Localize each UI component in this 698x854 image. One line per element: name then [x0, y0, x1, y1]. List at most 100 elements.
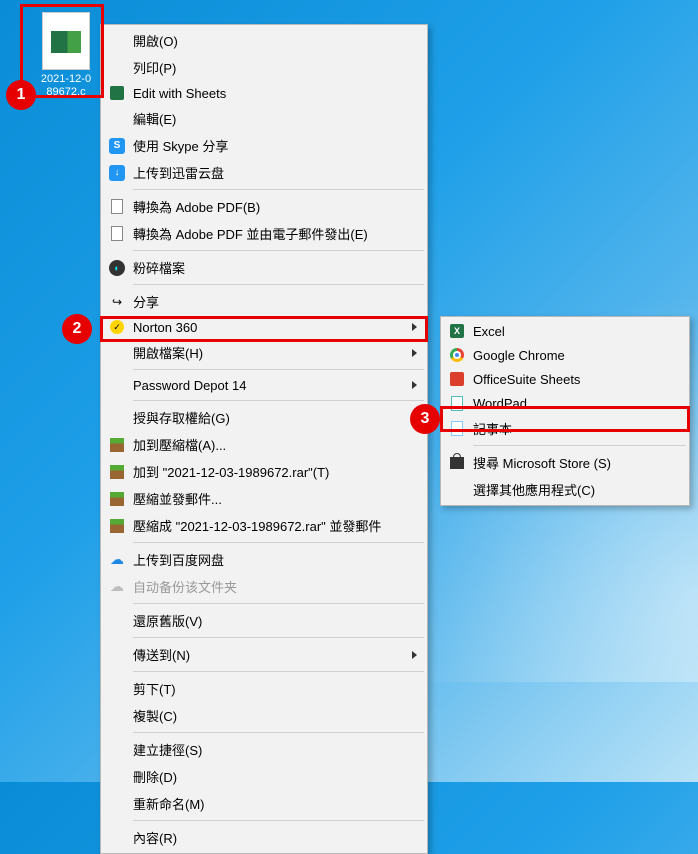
- ctx-item-label: 加到壓縮檔(A)...: [133, 435, 226, 454]
- ctx-item-label: 剪下(T): [133, 679, 176, 698]
- chevron-right-icon: [412, 323, 417, 331]
- ctx-separator: [133, 603, 424, 604]
- share-icon: ↪: [109, 294, 125, 310]
- baidu-off-icon: ☁: [109, 579, 125, 595]
- ctx-separator: [133, 542, 424, 543]
- pdf-icon: [109, 199, 125, 215]
- ctx-item-rar-add[interactable]: 加到壓縮檔(A)...: [103, 431, 425, 458]
- step-badge-3: 3: [410, 404, 440, 434]
- sub-item-officesuite[interactable]: OfficeSuite Sheets: [443, 367, 687, 391]
- ctx-item-label: 內容(R): [133, 828, 177, 847]
- step-badge-1: 1: [6, 80, 36, 110]
- winrar-icon: [109, 491, 125, 507]
- ctx-item-rar-email-named[interactable]: 壓縮成 "2021-12-03-1989672.rar" 並發郵件: [103, 512, 425, 539]
- ctx-item-edit[interactable]: 編輯(E): [103, 105, 425, 132]
- sub-separator: [473, 445, 686, 446]
- ctx-item-grant-access[interactable]: 授與存取權給(G): [103, 404, 425, 431]
- winrar-icon: [109, 518, 125, 534]
- sub-item-excel[interactable]: X Excel: [443, 319, 687, 343]
- ctx-item-label: 壓縮並發郵件...: [133, 489, 222, 508]
- sub-item-ms-store[interactable]: 搜尋 Microsoft Store (S): [443, 449, 687, 476]
- ctx-item-send-to[interactable]: 傳送到(N): [103, 641, 425, 668]
- ctx-item-label: 分享: [133, 292, 159, 311]
- context-menu-openwith: X Excel Google Chrome OfficeSuite Sheets Wor…: [440, 316, 690, 506]
- ctx-separator: [133, 732, 424, 733]
- ctx-item-edit-sheets[interactable]: Edit with Sheets: [103, 81, 425, 105]
- pdf-icon: [109, 226, 125, 242]
- notepad-icon: [449, 421, 465, 437]
- skype-icon: S: [109, 138, 125, 154]
- sub-item-notepad[interactable]: 記事本: [443, 415, 687, 442]
- ctx-separator: [133, 400, 424, 401]
- excel-x-glyph: X: [55, 33, 64, 50]
- ctx-item-open[interactable]: 開啟(O): [103, 27, 425, 54]
- winrar-icon: [109, 437, 125, 453]
- ctx-item-label: 上传到迅雷云盘: [133, 163, 224, 182]
- ctx-item-restore-prev[interactable]: 還原舊版(V): [103, 607, 425, 634]
- sub-item-choose-other[interactable]: 選擇其他應用程式(C): [443, 476, 687, 503]
- ctx-item-label: 開啟檔案(H): [133, 343, 203, 362]
- sub-item-label: Google Chrome: [473, 348, 565, 363]
- ms-store-icon: [449, 455, 465, 471]
- ctx-item-to-pdf[interactable]: 轉換為 Adobe PDF(B): [103, 193, 425, 220]
- ctx-item-delete[interactable]: 刪除(D): [103, 763, 425, 790]
- ctx-item-label: 複製(C): [133, 706, 177, 725]
- ctx-separator: [133, 250, 424, 251]
- ctx-item-label: 傳送到(N): [133, 645, 190, 664]
- ctx-item-label: 自动备份该文件夹: [133, 577, 237, 596]
- step-badge-2: 2: [62, 314, 92, 344]
- sub-item-chrome[interactable]: Google Chrome: [443, 343, 687, 367]
- chrome-icon: [449, 347, 465, 363]
- ctx-item-label: 粉碎檔案: [133, 258, 185, 277]
- xunlei-icon: ↓: [109, 165, 125, 181]
- excel-file-icon: X: [42, 12, 90, 70]
- ctx-separator: [133, 284, 424, 285]
- winrar-icon: [109, 464, 125, 480]
- ctx-item-norton[interactable]: ✓Norton 360: [103, 315, 425, 339]
- ctx-item-to-pdf-email[interactable]: 轉換為 Adobe PDF 並由電子郵件發出(E): [103, 220, 425, 247]
- ctx-item-label: Norton 360: [133, 320, 197, 335]
- ctx-item-label: 開啟(O): [133, 31, 178, 50]
- ctx-item-label: 加到 "2021-12-03-1989672.rar"(T): [133, 462, 329, 481]
- ctx-item-create-shortcut[interactable]: 建立捷徑(S): [103, 736, 425, 763]
- ctx-item-label: 使用 Skype 分享: [133, 136, 228, 155]
- ctx-item-label: 還原舊版(V): [133, 611, 202, 630]
- ctx-item-copy[interactable]: 複製(C): [103, 702, 425, 729]
- ctx-item-xunlei-upload[interactable]: ↓ 上传到迅雷云盘: [103, 159, 425, 186]
- ctx-item-baidu-backup: ☁ 自动备份该文件夹: [103, 573, 425, 600]
- ctx-item-rename[interactable]: 重新命名(M): [103, 790, 425, 817]
- sub-item-label: OfficeSuite Sheets: [473, 372, 580, 387]
- ctx-separator: [133, 637, 424, 638]
- sub-item-label: Excel: [473, 324, 505, 339]
- ctx-item-label: 重新命名(M): [133, 794, 205, 813]
- ctx-item-rar-add-named[interactable]: 加到 "2021-12-03-1989672.rar"(T): [103, 458, 425, 485]
- ctx-item-properties[interactable]: 內容(R): [103, 824, 425, 851]
- ctx-item-password-depot[interactable]: Password Depot 14: [103, 373, 425, 397]
- ctx-item-label: 上传到百度网盘: [133, 550, 224, 569]
- ctx-item-open-with[interactable]: 開啟檔案(H): [103, 339, 425, 366]
- shred-icon: ◐: [109, 260, 125, 276]
- desktop-file-icon[interactable]: X 2021-12-0 89672.c: [26, 12, 106, 99]
- ctx-item-rar-email[interactable]: 壓縮並發郵件...: [103, 485, 425, 512]
- ctx-item-label: 壓縮成 "2021-12-03-1989672.rar" 並發郵件: [133, 516, 381, 535]
- excel-icon: X: [449, 323, 465, 339]
- ctx-item-label: 授與存取權給(G): [133, 408, 230, 427]
- ctx-item-print[interactable]: 列印(P): [103, 54, 425, 81]
- ctx-item-cut[interactable]: 剪下(T): [103, 675, 425, 702]
- chevron-right-icon: [412, 651, 417, 659]
- ctx-item-baidu-upload[interactable]: ☁上传到百度网盘: [103, 546, 425, 573]
- sub-item-label: WordPad: [473, 396, 527, 411]
- sheets-icon: [109, 85, 125, 101]
- ctx-item-share[interactable]: ↪ 分享: [103, 288, 425, 315]
- sub-item-label: 搜尋 Microsoft Store (S): [473, 453, 611, 472]
- wordpad-icon: [449, 395, 465, 411]
- ctx-item-label: 轉換為 Adobe PDF 並由電子郵件發出(E): [133, 224, 368, 243]
- ctx-item-label: Edit with Sheets: [133, 86, 226, 101]
- sub-item-label: 記事本: [473, 419, 512, 438]
- ctx-item-shred[interactable]: ◐ 粉碎檔案: [103, 254, 425, 281]
- ctx-item-label: 轉換為 Adobe PDF(B): [133, 197, 260, 216]
- ctx-item-skype-share[interactable]: S 使用 Skype 分享: [103, 132, 425, 159]
- ctx-separator: [133, 671, 424, 672]
- sub-item-wordpad[interactable]: WordPad: [443, 391, 687, 415]
- ctx-separator: [133, 369, 424, 370]
